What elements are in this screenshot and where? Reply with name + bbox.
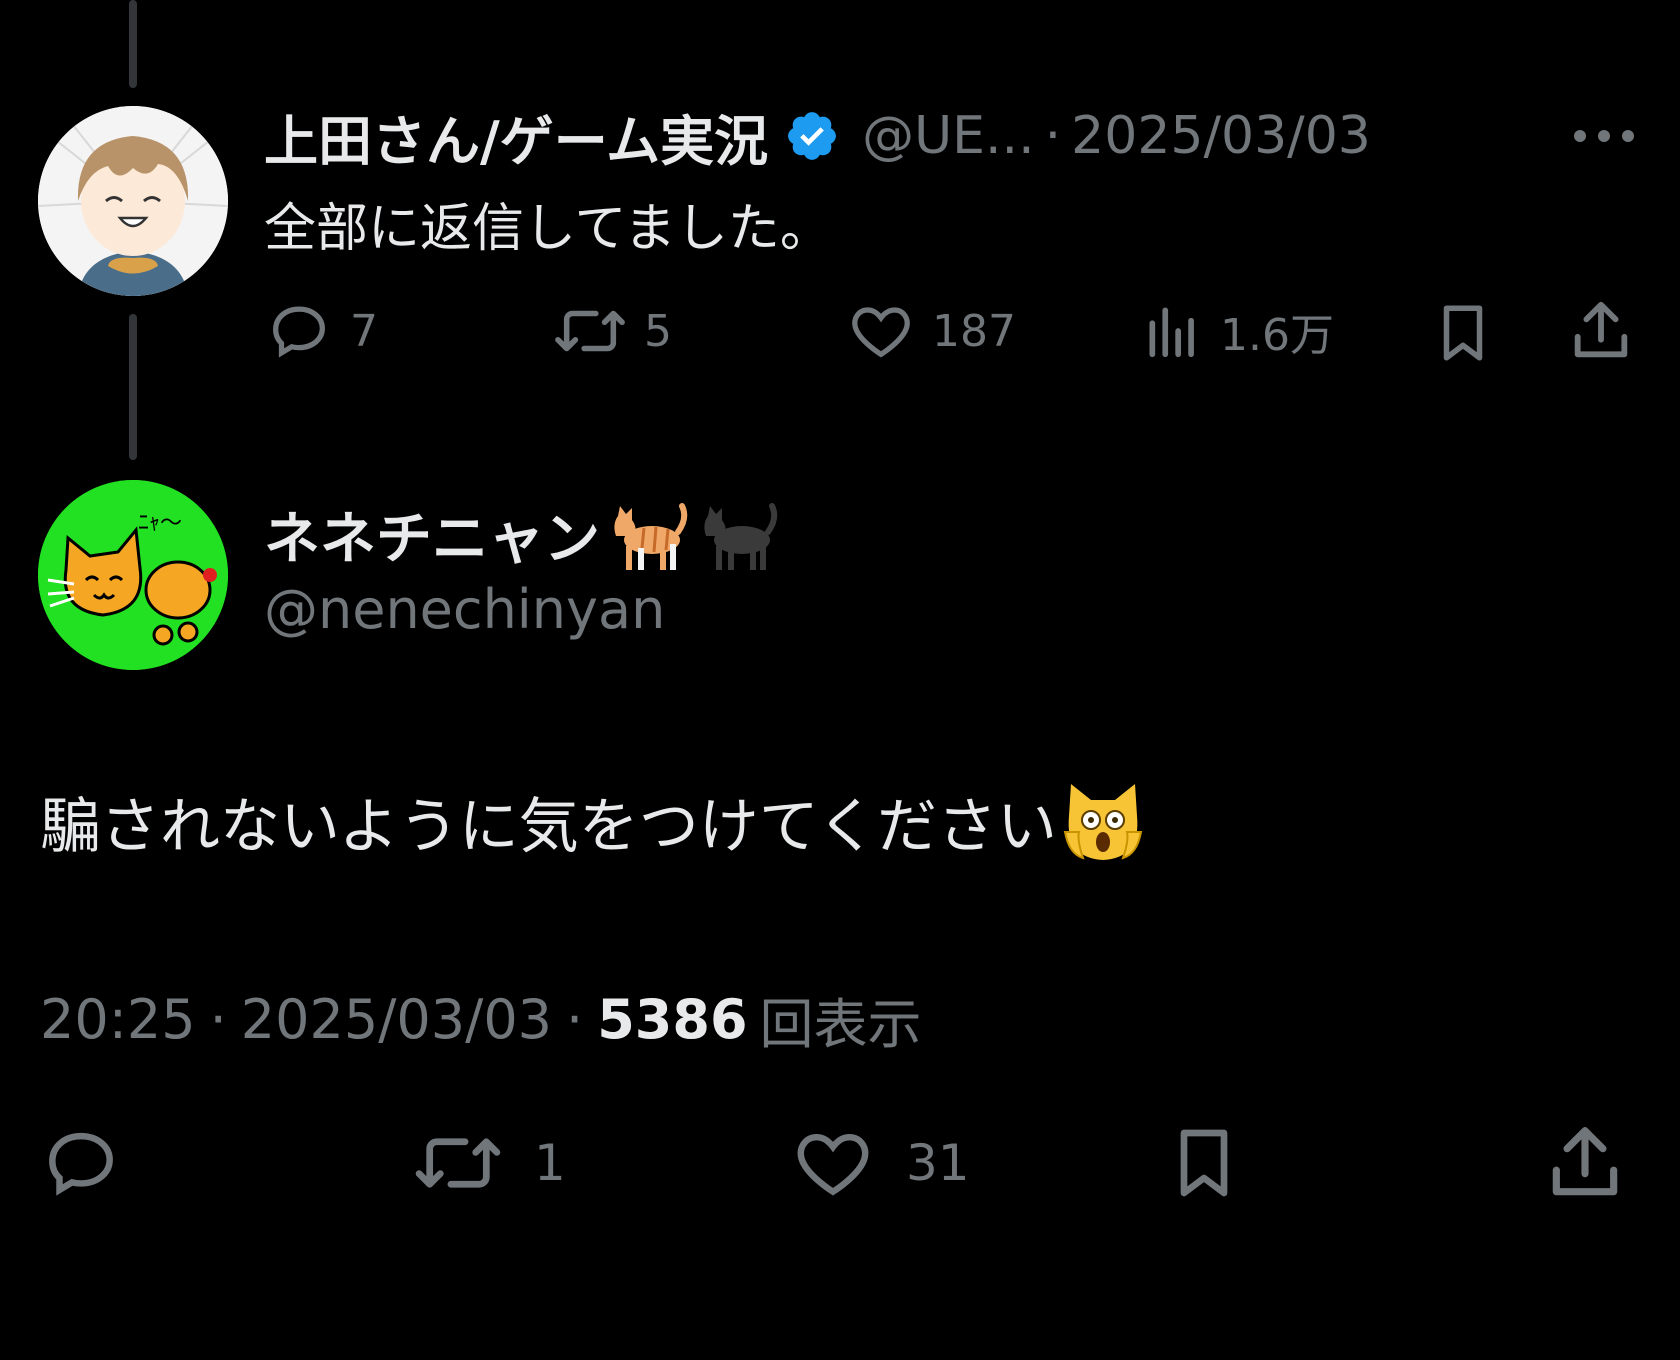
tweet-time[interactable]: 20:25 — [40, 988, 196, 1051]
share-icon — [1552, 1127, 1618, 1196]
display-name[interactable]: 上田さん/ゲーム実況 — [264, 97, 768, 176]
tweet-text-body: 騙されないように気をつけてください — [40, 792, 1057, 862]
share-icon — [1574, 301, 1628, 358]
retweet-button[interactable]: 1 — [412, 1120, 566, 1206]
display-name[interactable]: ネネチニャン — [264, 494, 600, 575]
separator: · — [566, 988, 584, 1051]
like-count: 31 — [906, 1134, 970, 1192]
reply-icon — [273, 306, 325, 358]
tweet-text: 全部に返信してました。 — [264, 199, 832, 259]
views-count: 1.6万 — [1220, 310, 1334, 361]
reply-button[interactable] — [38, 1120, 124, 1206]
retweet-button[interactable]: 5 — [552, 296, 672, 366]
tweet-date[interactable]: 2025/03/03 — [1071, 106, 1371, 166]
reply-button[interactable]: 7 — [264, 296, 378, 366]
bookmark-button[interactable] — [1430, 296, 1496, 370]
heart-icon — [797, 1133, 869, 1196]
thread-line-top — [129, 0, 137, 88]
tweet-text: 騙されないように気をつけてください — [40, 778, 1143, 865]
reply-count: 7 — [350, 305, 378, 357]
like-button[interactable]: 31 — [790, 1120, 970, 1206]
separator: · — [209, 988, 227, 1051]
tweet-date[interactable]: 2025/03/03 — [241, 988, 552, 1051]
weary-cat-face-emoji-icon — [1063, 783, 1143, 860]
views-count[interactable]: 5386 — [597, 988, 747, 1051]
orange-cat-emoji-icon — [614, 502, 688, 570]
bookmark-button[interactable] — [1164, 1118, 1244, 1208]
like-count: 187 — [932, 305, 1016, 357]
share-button[interactable] — [1542, 1120, 1628, 1206]
separator: · — [1044, 106, 1062, 166]
svg-text:ﾆｬ〜: ﾆｬ〜 — [138, 511, 182, 536]
retweet-icon — [415, 1138, 501, 1188]
bookmark-icon — [1443, 305, 1483, 361]
thread-line-middle — [129, 314, 137, 460]
more-options-icon[interactable] — [1568, 118, 1640, 154]
avatar[interactable]: ﾆｬ〜 — [38, 480, 228, 670]
retweet-icon — [555, 310, 625, 352]
views-button[interactable]: 1.6万 — [1142, 296, 1334, 366]
share-button[interactable] — [1566, 296, 1636, 366]
avatar[interactable] — [38, 106, 228, 296]
reply-icon — [49, 1132, 113, 1196]
handle[interactable]: @nenechinyan — [264, 578, 665, 641]
retweet-count: 1 — [534, 1134, 566, 1192]
heart-icon — [852, 307, 910, 358]
tweet-meta: 20:25 · 2025/03/03 · 5386 回表示 — [40, 980, 922, 1059]
views-label: 回表示 — [759, 993, 922, 1056]
retweet-count: 5 — [644, 305, 672, 357]
bookmark-icon — [1180, 1129, 1228, 1197]
like-button[interactable]: 187 — [846, 296, 1016, 366]
views-icon — [1149, 307, 1194, 358]
parent-tweet-header: 上田さん/ゲーム実況 @UE... · 2025/03/03 — [264, 98, 1371, 174]
black-cat-emoji-icon — [704, 502, 778, 570]
handle[interactable]: @UE... — [862, 106, 1035, 166]
verified-badge-icon — [788, 112, 837, 160]
main-tweet-author: ネネチニャン — [264, 494, 780, 575]
